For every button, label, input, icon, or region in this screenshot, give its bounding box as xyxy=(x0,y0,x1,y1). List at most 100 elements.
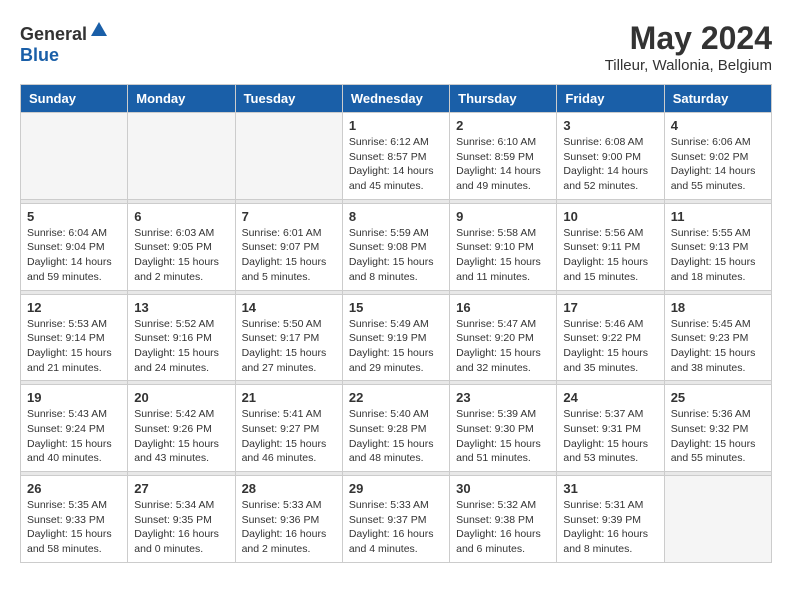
day-info: Sunrise: 6:08 AM Sunset: 9:00 PM Dayligh… xyxy=(563,135,657,194)
calendar-day-cell: 6Sunrise: 6:03 AM Sunset: 9:05 PM Daylig… xyxy=(128,203,235,290)
day-number: 6 xyxy=(134,209,228,224)
day-number: 3 xyxy=(563,118,657,133)
day-number: 30 xyxy=(456,481,550,496)
calendar-day-cell: 28 Sunrise: 5:33 AM Sunset: 9:36 PM Dayli… xyxy=(235,476,342,563)
day-number: 7 xyxy=(242,209,336,224)
day-info: Sunrise: 5:46 AM Sunset: 9:22 PM Dayligh… xyxy=(563,317,657,376)
logo: General Blue xyxy=(20,20,109,66)
day-info: Sunrise: 5:42 AM Sunset: 9:26 PM Dayligh… xyxy=(134,407,228,466)
calendar-day-cell: 15Sunrise: 5:49 AM Sunset: 9:19 PM Dayli… xyxy=(342,294,449,381)
calendar-week-row: 1 Sunrise: 6:12 AM Sunset: 8:57 PM Daylig… xyxy=(21,113,772,200)
day-number: 11 xyxy=(671,209,765,224)
calendar-day-cell: 7 Sunrise: 6:01 AM Sunset: 9:07 PM Daylig… xyxy=(235,203,342,290)
day-info: Sunrise: 5:45 AM Sunset: 9:23 PM Dayligh… xyxy=(671,317,765,376)
day-number: 27 xyxy=(134,481,228,496)
day-number: 17 xyxy=(563,300,657,315)
calendar-day-header: Thursday xyxy=(450,85,557,113)
day-info: Sunrise: 5:59 AM Sunset: 9:08 PM Dayligh… xyxy=(349,226,443,285)
day-info: Sunrise: 6:10 AM Sunset: 8:59 PM Dayligh… xyxy=(456,135,550,194)
calendar-day-cell: 24 Sunrise: 5:37 AM Sunset: 9:31 PM Dayli… xyxy=(557,385,664,472)
day-number: 14 xyxy=(242,300,336,315)
day-number: 19 xyxy=(27,390,121,405)
calendar-day-cell xyxy=(235,113,342,200)
day-number: 9 xyxy=(456,209,550,224)
day-info: Sunrise: 5:56 AM Sunset: 9:11 PM Dayligh… xyxy=(563,226,657,285)
day-number: 18 xyxy=(671,300,765,315)
calendar-day-cell: 20 Sunrise: 5:42 AM Sunset: 9:26 PM Dayli… xyxy=(128,385,235,472)
day-number: 15 xyxy=(349,300,443,315)
day-info: Sunrise: 5:33 AM Sunset: 9:37 PM Dayligh… xyxy=(349,498,443,557)
title-block: May 2024 Tilleur, Wallonia, Belgium xyxy=(605,20,772,74)
calendar-day-cell xyxy=(21,113,128,200)
calendar-day-cell: 3 Sunrise: 6:08 AM Sunset: 9:00 PM Daylig… xyxy=(557,113,664,200)
day-number: 8 xyxy=(349,209,443,224)
day-number: 28 xyxy=(242,481,336,496)
calendar-day-cell: 30 Sunrise: 5:32 AM Sunset: 9:38 PM Dayli… xyxy=(450,476,557,563)
calendar-day-cell: 21 Sunrise: 5:41 AM Sunset: 9:27 PM Dayli… xyxy=(235,385,342,472)
day-number: 5 xyxy=(27,209,121,224)
day-number: 23 xyxy=(456,390,550,405)
calendar-header-row: SundayMondayTuesdayWednesdayThursdayFrid… xyxy=(21,85,772,113)
day-number: 20 xyxy=(134,390,228,405)
day-info: Sunrise: 5:37 AM Sunset: 9:31 PM Dayligh… xyxy=(563,407,657,466)
calendar-day-cell: 9 Sunrise: 5:58 AM Sunset: 9:10 PM Daylig… xyxy=(450,203,557,290)
calendar-week-row: 19Sunrise: 5:43 AM Sunset: 9:24 PM Dayli… xyxy=(21,385,772,472)
day-number: 29 xyxy=(349,481,443,496)
calendar-week-row: 5Sunrise: 6:04 AM Sunset: 9:04 PM Daylig… xyxy=(21,203,772,290)
day-info: Sunrise: 5:50 AM Sunset: 9:17 PM Dayligh… xyxy=(242,317,336,376)
day-number: 21 xyxy=(242,390,336,405)
calendar-day-cell: 26 Sunrise: 5:35 AM Sunset: 9:33 PM Dayli… xyxy=(21,476,128,563)
calendar-day-cell: 17 Sunrise: 5:46 AM Sunset: 9:22 PM Dayli… xyxy=(557,294,664,381)
calendar-day-cell: 4 Sunrise: 6:06 AM Sunset: 9:02 PM Daylig… xyxy=(664,113,771,200)
day-number: 22 xyxy=(349,390,443,405)
day-info: Sunrise: 5:40 AM Sunset: 9:28 PM Dayligh… xyxy=(349,407,443,466)
day-info: Sunrise: 5:36 AM Sunset: 9:32 PM Dayligh… xyxy=(671,407,765,466)
calendar-week-row: 12 Sunrise: 5:53 AM Sunset: 9:14 PM Dayli… xyxy=(21,294,772,381)
day-info: Sunrise: 5:47 AM Sunset: 9:20 PM Dayligh… xyxy=(456,317,550,376)
calendar-day-header: Saturday xyxy=(664,85,771,113)
calendar-day-header: Wednesday xyxy=(342,85,449,113)
day-info: Sunrise: 5:53 AM Sunset: 9:14 PM Dayligh… xyxy=(27,317,121,376)
day-info: Sunrise: 5:32 AM Sunset: 9:38 PM Dayligh… xyxy=(456,498,550,557)
page-header: General Blue May 2024 Tilleur, Wallonia,… xyxy=(20,20,772,74)
calendar-day-header: Tuesday xyxy=(235,85,342,113)
day-number: 1 xyxy=(349,118,443,133)
day-info: Sunrise: 5:35 AM Sunset: 9:33 PM Dayligh… xyxy=(27,498,121,557)
calendar-day-header: Friday xyxy=(557,85,664,113)
day-info: Sunrise: 5:39 AM Sunset: 9:30 PM Dayligh… xyxy=(456,407,550,466)
day-info: Sunrise: 6:12 AM Sunset: 8:57 PM Dayligh… xyxy=(349,135,443,194)
calendar-day-header: Sunday xyxy=(21,85,128,113)
calendar-day-cell: 18 Sunrise: 5:45 AM Sunset: 9:23 PM Dayli… xyxy=(664,294,771,381)
calendar-day-cell: 10 Sunrise: 5:56 AM Sunset: 9:11 PM Dayli… xyxy=(557,203,664,290)
day-number: 13 xyxy=(134,300,228,315)
logo-general: General xyxy=(20,24,87,44)
day-info: Sunrise: 5:33 AM Sunset: 9:36 PM Dayligh… xyxy=(242,498,336,557)
day-number: 10 xyxy=(563,209,657,224)
calendar-week-row: 26 Sunrise: 5:35 AM Sunset: 9:33 PM Dayli… xyxy=(21,476,772,563)
calendar-day-cell: 14 Sunrise: 5:50 AM Sunset: 9:17 PM Dayli… xyxy=(235,294,342,381)
day-number: 16 xyxy=(456,300,550,315)
calendar-day-cell: 22 Sunrise: 5:40 AM Sunset: 9:28 PM Dayli… xyxy=(342,385,449,472)
logo-icon xyxy=(89,20,109,40)
day-info: Sunrise: 5:52 AM Sunset: 9:16 PM Dayligh… xyxy=(134,317,228,376)
day-number: 2 xyxy=(456,118,550,133)
day-number: 26 xyxy=(27,481,121,496)
day-number: 31 xyxy=(563,481,657,496)
calendar-day-cell: 13 Sunrise: 5:52 AM Sunset: 9:16 PM Dayli… xyxy=(128,294,235,381)
day-info: Sunrise: 6:06 AM Sunset: 9:02 PM Dayligh… xyxy=(671,135,765,194)
day-info: Sunrise: 5:58 AM Sunset: 9:10 PM Dayligh… xyxy=(456,226,550,285)
day-info: Sunrise: 5:31 AM Sunset: 9:39 PM Dayligh… xyxy=(563,498,657,557)
calendar-day-cell: 19Sunrise: 5:43 AM Sunset: 9:24 PM Dayli… xyxy=(21,385,128,472)
calendar-day-cell: 11Sunrise: 5:55 AM Sunset: 9:13 PM Dayli… xyxy=(664,203,771,290)
calendar-day-cell: 2 Sunrise: 6:10 AM Sunset: 8:59 PM Daylig… xyxy=(450,113,557,200)
day-info: Sunrise: 6:01 AM Sunset: 9:07 PM Dayligh… xyxy=(242,226,336,285)
calendar-day-cell xyxy=(128,113,235,200)
day-number: 12 xyxy=(27,300,121,315)
day-number: 24 xyxy=(563,390,657,405)
day-info: Sunrise: 5:41 AM Sunset: 9:27 PM Dayligh… xyxy=(242,407,336,466)
calendar-day-header: Monday xyxy=(128,85,235,113)
calendar-day-cell: 1 Sunrise: 6:12 AM Sunset: 8:57 PM Daylig… xyxy=(342,113,449,200)
calendar-day-cell xyxy=(664,476,771,563)
calendar-day-cell: 31 Sunrise: 5:31 AM Sunset: 9:39 PM Dayli… xyxy=(557,476,664,563)
day-number: 4 xyxy=(671,118,765,133)
